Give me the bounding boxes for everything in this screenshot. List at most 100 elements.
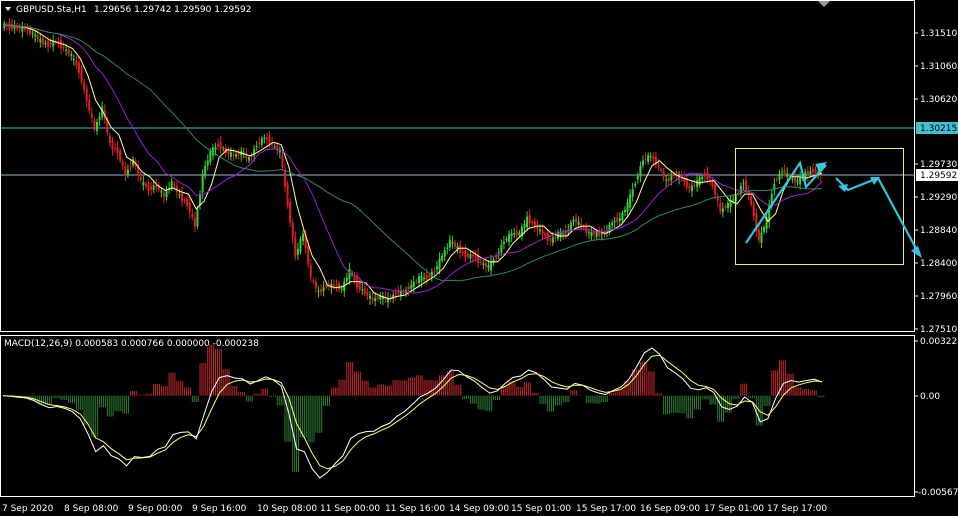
candle-body (41, 37, 44, 45)
candle-body (688, 186, 691, 189)
candle-body (366, 291, 369, 296)
candle-body (554, 236, 557, 238)
price-tick: 1.27510 (920, 325, 957, 335)
candle-body (714, 184, 717, 195)
candle-body (204, 165, 207, 177)
candle-body (65, 49, 68, 51)
candle-body (492, 259, 495, 264)
candle-body (170, 180, 173, 189)
candle-body (340, 288, 343, 290)
candle-body (590, 231, 593, 237)
candle-body (500, 244, 503, 253)
candle-body (799, 177, 802, 185)
time-tick: 14 Sep 09:00 (449, 504, 509, 514)
candle-body (376, 296, 379, 300)
candle-body (423, 277, 426, 279)
candle-body (696, 180, 699, 187)
candle-body (809, 171, 812, 174)
candle-body (338, 283, 341, 290)
candle-body (811, 169, 814, 173)
macd-indicator-label: MACD(12,26,9) 0.000583 0.000766 0.000000… (4, 339, 259, 349)
candle-body (541, 230, 544, 235)
candle-body (18, 26, 21, 29)
candle-body (660, 169, 663, 171)
candle-body (291, 222, 294, 238)
candle-body (502, 242, 505, 245)
candle-body (577, 221, 580, 225)
candle-body (665, 179, 668, 181)
candle-body (93, 120, 96, 130)
candle-body (580, 223, 583, 227)
time-tick: 11 Sep 00:00 (320, 504, 380, 514)
candle-body (657, 165, 660, 167)
candle-body (698, 177, 701, 186)
candle-body (464, 250, 467, 258)
candle-body (569, 222, 572, 231)
candle-body (363, 288, 366, 294)
time-tick: 15 Sep 01:00 (511, 504, 571, 514)
candle-body (281, 155, 284, 168)
candle-body (284, 169, 287, 187)
price-tick: 1.28400 (920, 259, 957, 269)
candle-body (412, 281, 415, 288)
candle-body (289, 201, 292, 223)
candle-body (217, 143, 220, 147)
candle-body (652, 156, 655, 160)
candle-body (757, 229, 760, 241)
candle-body (582, 227, 585, 229)
candle-body (523, 224, 526, 228)
candle-body (639, 165, 642, 177)
candle-body (438, 258, 441, 270)
candle-body (551, 237, 554, 243)
candle-body (307, 245, 310, 265)
time-tick: 15 Sep 17:00 (576, 504, 636, 514)
candle-body (513, 233, 516, 235)
candle-body (67, 49, 70, 55)
candle-body (312, 280, 315, 282)
ohlc-readout: 1.29656 1.29742 1.29590 1.29592 (94, 5, 251, 15)
candle-body (775, 179, 778, 181)
candle-body (716, 197, 719, 201)
candle-body (173, 184, 176, 186)
candle-body (144, 184, 147, 187)
candle-body (693, 184, 696, 186)
candle-body (783, 169, 786, 174)
candle-body (662, 170, 665, 178)
candle-body (505, 239, 508, 241)
candle-body (111, 141, 114, 150)
candle-body (433, 271, 436, 273)
candle-body (268, 136, 271, 145)
candle-body (206, 160, 209, 166)
candle-body (119, 150, 122, 161)
candle-body (806, 170, 809, 176)
candle-body (72, 58, 75, 60)
candle-body (474, 255, 477, 259)
candle-body (247, 157, 250, 161)
candle-body (435, 266, 438, 270)
candle-body (332, 284, 335, 286)
candle-body (114, 148, 117, 150)
candle-body (626, 202, 629, 212)
candle-body (443, 250, 446, 257)
candle-body (649, 155, 652, 158)
candle-body (634, 183, 637, 186)
candle-body (562, 233, 565, 235)
candle-body (150, 186, 153, 190)
candle-body (814, 168, 817, 174)
candle-body (47, 40, 50, 47)
candle-body (23, 28, 26, 30)
candle-body (209, 150, 212, 163)
candle-body (317, 290, 320, 292)
candle-body (593, 232, 596, 235)
candle-body (121, 162, 124, 166)
candle-body (420, 275, 423, 282)
candle-body (263, 137, 266, 139)
trading-chart[interactable]: GBPUSD.Sta,H1 1.29656 1.29742 1.29590 1.… (0, 0, 958, 516)
candle-body (549, 239, 552, 241)
candle-body (348, 268, 351, 280)
candle-body (286, 183, 289, 207)
candle-body (273, 146, 276, 148)
candle-body (199, 193, 202, 206)
candle-body (752, 203, 755, 217)
candle-body (188, 202, 191, 213)
